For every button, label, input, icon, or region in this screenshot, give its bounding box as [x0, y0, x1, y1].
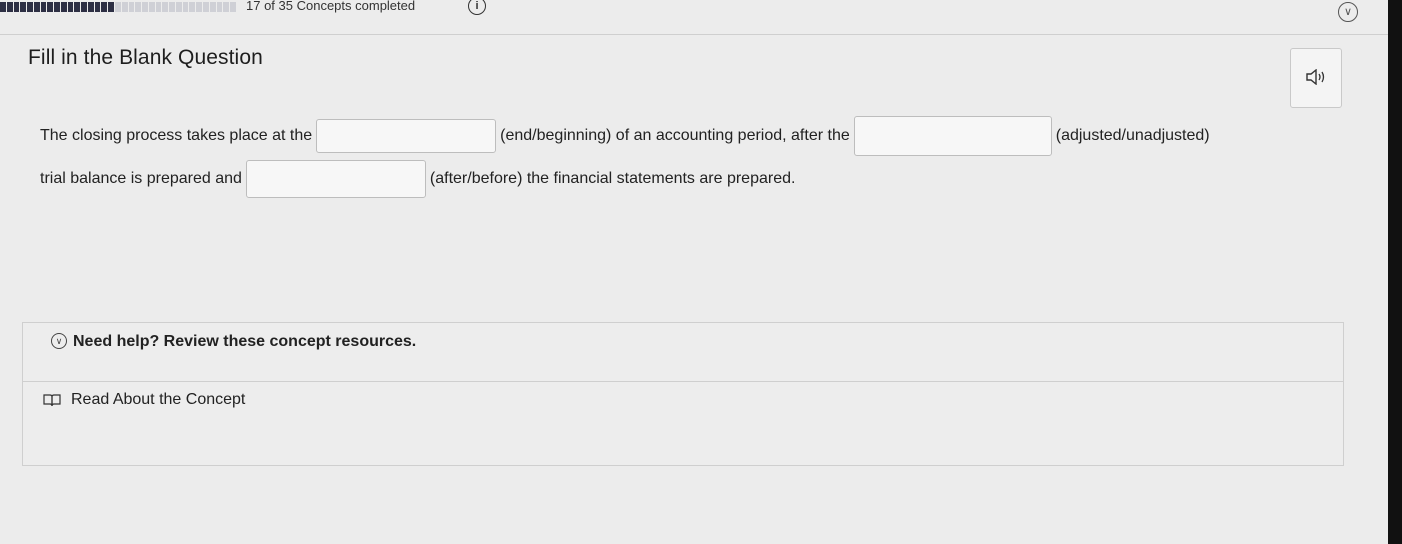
progress-segment — [216, 2, 223, 12]
help-header[interactable]: ∨ Need help? Review these concept resour… — [23, 323, 1343, 382]
book-icon — [43, 394, 61, 407]
progress-segment — [169, 2, 175, 12]
blank-input-1[interactable] — [316, 119, 497, 153]
progress-segment — [94, 2, 101, 12]
progress-row: 17 of 35 Concepts completed i — [0, 0, 1380, 16]
progress-segment — [230, 2, 236, 12]
progress-segment — [175, 2, 182, 12]
question-text: The closing process takes place at the — [40, 127, 313, 144]
progress-segment — [209, 2, 216, 12]
progress-segment — [162, 2, 169, 12]
window-edge — [1388, 0, 1402, 544]
chevron-down-circle-icon[interactable]: ∨ — [51, 333, 67, 349]
progress-segment — [121, 2, 128, 12]
progress-segment — [142, 2, 148, 12]
progress-segment — [202, 2, 209, 12]
progress-segment — [33, 2, 40, 12]
progress-bar — [0, 2, 236, 12]
progress-segment — [148, 2, 155, 12]
progress-segment — [20, 2, 27, 12]
progress-segment — [60, 2, 67, 12]
progress-segment — [0, 2, 6, 12]
progress-text: 17 of 35 Concepts completed — [246, 0, 416, 13]
progress-segment — [54, 2, 60, 12]
progress-segment — [128, 2, 135, 12]
progress-segment — [47, 2, 54, 12]
speaker-icon — [1306, 69, 1325, 85]
progress-segment — [196, 2, 202, 12]
question-line-2: trial balance is prepared and (after/bef… — [40, 160, 795, 198]
progress-segment — [189, 2, 196, 12]
progress-segment — [67, 2, 74, 12]
progress-segment — [101, 2, 108, 12]
question-type-title: Fill in the Blank Question — [28, 46, 263, 69]
progress-segment — [223, 2, 230, 12]
blank-input-3[interactable] — [245, 160, 426, 198]
progress-segment — [74, 2, 81, 12]
blank-input-2[interactable] — [853, 116, 1052, 156]
divider — [0, 34, 1388, 35]
question-text: (end/beginning) of an accounting period,… — [500, 127, 850, 144]
question-line-1: The closing process takes place at the (… — [40, 116, 1210, 156]
chevron-down-circle-icon[interactable]: ∨ — [1338, 2, 1358, 22]
progress-segment — [108, 2, 115, 12]
resource-label[interactable]: Read About the Concept — [71, 391, 245, 409]
progress-segment — [81, 2, 87, 12]
question-text: trial balance is prepared and — [40, 170, 242, 187]
question-text: (after/before) the financial statements … — [429, 170, 796, 187]
progress-segment — [13, 2, 20, 12]
progress-segment — [182, 2, 189, 12]
progress-segment — [115, 2, 121, 12]
help-panel: ∨ Need help? Review these concept resour… — [22, 322, 1344, 466]
progress-segment — [155, 2, 162, 12]
info-icon[interactable]: i — [468, 0, 486, 15]
audio-button[interactable] — [1290, 48, 1342, 108]
progress-segment — [40, 2, 47, 12]
progress-segment — [135, 2, 142, 12]
progress-segment — [87, 2, 94, 12]
help-title[interactable]: Need help? Review these concept resource… — [73, 333, 416, 351]
read-about-concept-link[interactable]: Read About the Concept — [43, 391, 245, 409]
progress-segment — [27, 2, 33, 12]
question-text: (adjusted/unadjusted) — [1055, 127, 1210, 144]
progress-segment — [6, 2, 13, 12]
